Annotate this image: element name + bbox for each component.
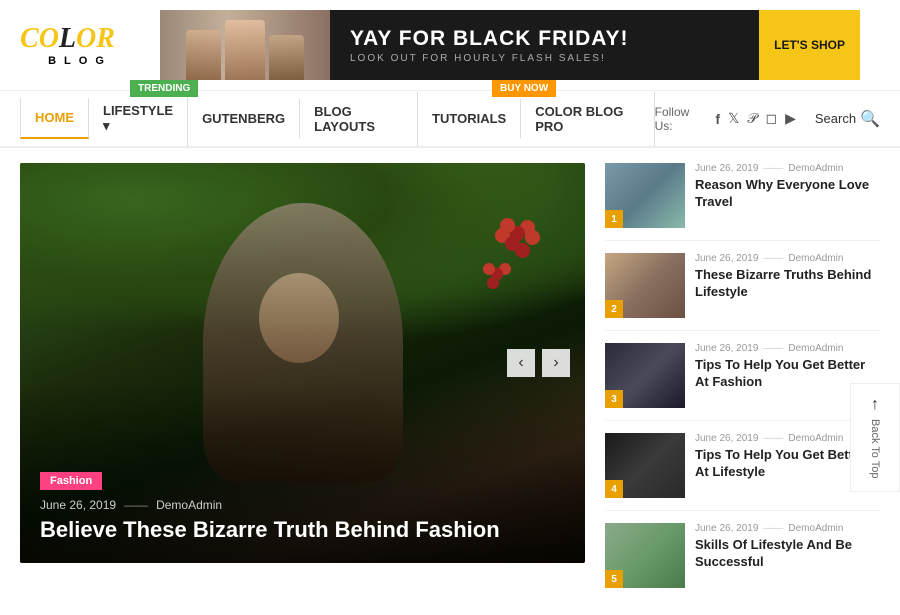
list-item: 2 June 26, 2019 —— DemoAdmin These Bizar… xyxy=(605,253,880,331)
sidebar-thumb-2: 2 xyxy=(605,253,685,318)
sidebar-meta-5: June 26, 2019 —— DemoAdmin xyxy=(695,523,880,534)
item-number-2: 2 xyxy=(605,300,623,318)
social-instagram[interactable]: ◻ xyxy=(765,110,777,127)
main-content: ‹ › Fashion June 26, 2019 —— DemoAdmin B… xyxy=(0,148,900,615)
sidebar-item-info-1: June 26, 2019 —— DemoAdmin Reason Why Ev… xyxy=(695,163,880,228)
list-item: 5 June 26, 2019 —— DemoAdmin Skills Of L… xyxy=(605,523,880,588)
back-to-top-label: Back To Top xyxy=(869,419,881,479)
hero-category-badge[interactable]: Fashion xyxy=(40,472,102,490)
sidebar-thumb-3: 3 xyxy=(605,343,685,408)
social-pinterest[interactable]: 𝒫 xyxy=(747,110,757,127)
hero-meta: Fashion June 26, 2019 —— DemoAdmin Belie… xyxy=(20,441,585,563)
item-number-3: 3 xyxy=(605,390,623,408)
hero-author: DemoAdmin xyxy=(156,498,222,512)
header: COLOR BLOG YAY FOR BLACK FRIDAY! LOOK OU… xyxy=(0,0,900,91)
follow-us-label: Follow Us: xyxy=(655,105,704,133)
ad-subline: LOOK OUT FOR HOURLY FLASH SALES! xyxy=(350,53,629,64)
sidebar-meta-2: June 26, 2019 —— DemoAdmin xyxy=(695,253,880,264)
ad-image xyxy=(160,10,330,80)
nav-item-gutenberg[interactable]: GUTENBERG xyxy=(188,99,300,138)
sidebar-meta-1: June 26, 2019 —— DemoAdmin xyxy=(695,163,880,174)
sidebar-meta-3: June 26, 2019 —— DemoAdmin xyxy=(695,343,880,354)
back-to-top-button[interactable]: ↑ Back To Top xyxy=(850,383,900,492)
hero-next-button[interactable]: › xyxy=(542,349,570,377)
social-twitter[interactable]: 𝕏 xyxy=(728,110,739,127)
sidebar-item-info-2: June 26, 2019 —— DemoAdmin These Bizarre… xyxy=(695,253,880,318)
list-item: 1 June 26, 2019 —— DemoAdmin Reason Why … xyxy=(605,163,880,241)
back-to-top-arrow: ↑ xyxy=(871,396,879,414)
buy-now-badge: BUY NOW xyxy=(492,80,556,97)
ad-text: YAY FOR BLACK FRIDAY! LOOK OUT FOR HOURL… xyxy=(330,10,759,80)
social-facebook[interactable]: f xyxy=(715,111,720,127)
hero-title: Believe These Bizarre Truth Behind Fashi… xyxy=(40,517,565,543)
search-icon: 🔍 xyxy=(860,109,880,129)
logo-color-text: COLOR xyxy=(20,23,140,55)
search-button[interactable]: Search 🔍 xyxy=(815,109,880,129)
trending-badge: TRENDING xyxy=(130,80,198,97)
hero-prev-button[interactable]: ‹ xyxy=(507,349,535,377)
navbar: HOME LIFESTYLE ▾ GUTENBERG BLOG LAYOUTS … xyxy=(0,91,900,146)
nav-container: TRENDING BUY NOW HOME LIFESTYLE ▾ GUTENB… xyxy=(0,91,900,148)
nav-item-blog-layouts[interactable]: BLOG LAYOUTS xyxy=(300,92,418,146)
search-label: Search xyxy=(815,111,856,126)
logo[interactable]: COLOR BLOG xyxy=(20,23,140,67)
nav-item-tutorials[interactable]: TUTORIALS xyxy=(418,99,521,138)
ad-headline: YAY FOR BLACK FRIDAY! xyxy=(350,27,629,51)
hero-date: June 26, 2019 xyxy=(40,498,116,512)
sidebar-title-2[interactable]: These Bizarre Truths Behind Lifestyle xyxy=(695,267,880,301)
social-youtube[interactable]: ▶ xyxy=(785,110,796,127)
hero-date-line: June 26, 2019 —— DemoAdmin xyxy=(40,498,565,512)
sidebar-title-1[interactable]: Reason Why Everyone Love Travel xyxy=(695,177,880,211)
logo-blog-text: BLOG xyxy=(20,55,140,67)
sidebar: 1 June 26, 2019 —— DemoAdmin Reason Why … xyxy=(605,163,880,600)
nav-item-lifestyle[interactable]: LIFESTYLE ▾ xyxy=(89,91,188,146)
item-number-4: 4 xyxy=(605,480,623,498)
sidebar-thumb-4: 4 xyxy=(605,433,685,498)
lets-shop-button[interactable]: LET'S SHOP xyxy=(759,10,860,80)
item-number-1: 1 xyxy=(605,210,623,228)
list-item: 3 June 26, 2019 —— DemoAdmin Tips To Hel… xyxy=(605,343,880,421)
nav-item-color-blog-pro[interactable]: COLOR BLOG PRO xyxy=(521,92,654,146)
list-item: 4 June 26, 2019 —— DemoAdmin Tips To Hel… xyxy=(605,433,880,511)
sidebar-title-5[interactable]: Skills Of Lifestyle And Be Successful xyxy=(695,537,880,571)
ad-banner: YAY FOR BLACK FRIDAY! LOOK OUT FOR HOURL… xyxy=(160,10,860,80)
nav-item-home[interactable]: HOME xyxy=(20,98,89,139)
sidebar-thumb-1: 1 xyxy=(605,163,685,228)
sidebar-item-info-5: June 26, 2019 —— DemoAdmin Skills Of Lif… xyxy=(695,523,880,588)
item-number-5: 5 xyxy=(605,570,623,588)
sidebar-thumb-5: 5 xyxy=(605,523,685,588)
hero-slider: ‹ › Fashion June 26, 2019 —— DemoAdmin B… xyxy=(20,163,585,563)
hero-date-sep: —— xyxy=(124,498,148,512)
